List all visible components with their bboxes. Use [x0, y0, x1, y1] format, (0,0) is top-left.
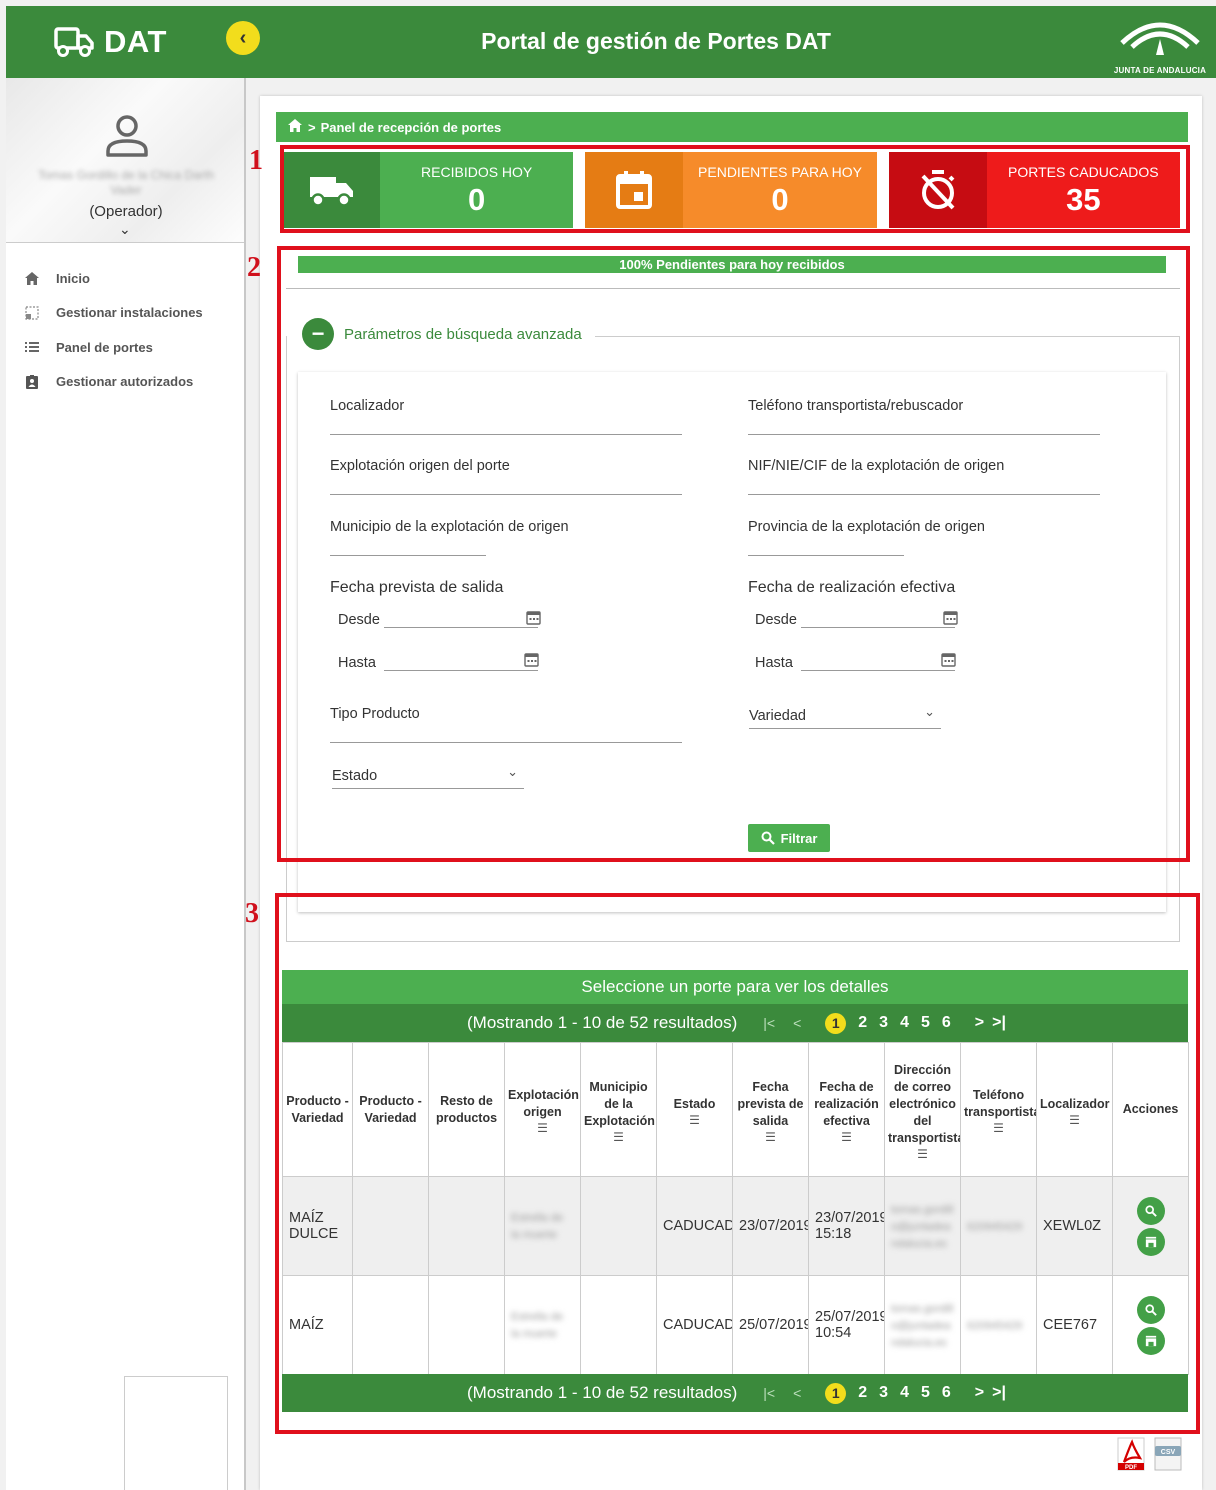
brand-name: DAT	[104, 24, 167, 59]
pdf-label: PDF	[1125, 1465, 1137, 1471]
pdf-export-icon[interactable]: PDF	[1116, 1436, 1148, 1472]
csv-label: CSV	[1161, 1449, 1176, 1456]
sidebar-nav: Inicio Gestionar instalaciones Panel de …	[6, 261, 244, 399]
chevron-down-icon[interactable]: ⌄	[119, 221, 131, 238]
sidebar-item-gestionar-instalaciones[interactable]: Gestionar instalaciones	[6, 296, 244, 331]
chevron-left-icon: ‹	[239, 26, 247, 49]
installations-icon	[24, 305, 40, 321]
top-bar: DAT Portal de gestión de Portes DAT JUNT…	[6, 6, 1216, 78]
sidebar-item-label: Inicio	[56, 270, 90, 286]
annotation-box-3	[275, 893, 1200, 1434]
annotation-box-2	[277, 246, 1190, 862]
sidebar-item-label: Gestionar autorizados	[56, 374, 194, 390]
badge-icon	[24, 374, 40, 390]
sidebar-item-gestionar-autorizados[interactable]: Gestionar autorizados	[6, 365, 244, 400]
list-icon	[24, 339, 40, 355]
sidebar-item-label: Panel de portes	[56, 339, 153, 355]
user-name: Tomas Gordillo de la Chica Darth Vader	[37, 168, 215, 197]
annotation-label-3: 3	[245, 898, 259, 929]
annotation-label-2: 2	[247, 252, 261, 283]
collapse-sidebar-button[interactable]: ‹	[226, 21, 260, 55]
user-icon	[106, 115, 148, 157]
sidebar-empty-panel	[124, 1376, 228, 1490]
annotation-box-1	[280, 145, 1190, 233]
sidebar-item-panel-de-portes[interactable]: Panel de portes	[6, 330, 244, 365]
sidebar-item-label: Gestionar instalaciones	[56, 305, 203, 321]
sidebar-item-inicio[interactable]: Inicio	[6, 261, 244, 296]
annotation-label-1: 1	[249, 145, 263, 176]
home-icon[interactable]	[288, 119, 302, 135]
user-profile: Tomas Gordillo de la Chica Darth Vader (…	[6, 78, 244, 243]
junta-logo-text: JUNTA DE ANDALUCIA	[1113, 66, 1207, 75]
home-icon	[24, 270, 40, 286]
breadcrumb: > Panel de recepción de portes	[276, 112, 1188, 142]
breadcrumb-current[interactable]: Panel de recepción de portes	[321, 120, 502, 135]
sidebar: Tomas Gordillo de la Chica Darth Vader (…	[6, 78, 246, 1490]
junta-logo: JUNTA DE ANDALUCIA	[1112, 11, 1208, 77]
truck-icon	[54, 27, 94, 57]
csv-export-icon[interactable]: CSV	[1152, 1436, 1184, 1472]
user-role: (Operador)	[89, 203, 163, 220]
portal-title: Portal de gestión de Portes DAT	[481, 28, 831, 54]
junta-emblem-icon	[1120, 22, 1200, 55]
brand[interactable]: DAT	[54, 24, 229, 60]
breadcrumb-separator: >	[308, 119, 316, 135]
